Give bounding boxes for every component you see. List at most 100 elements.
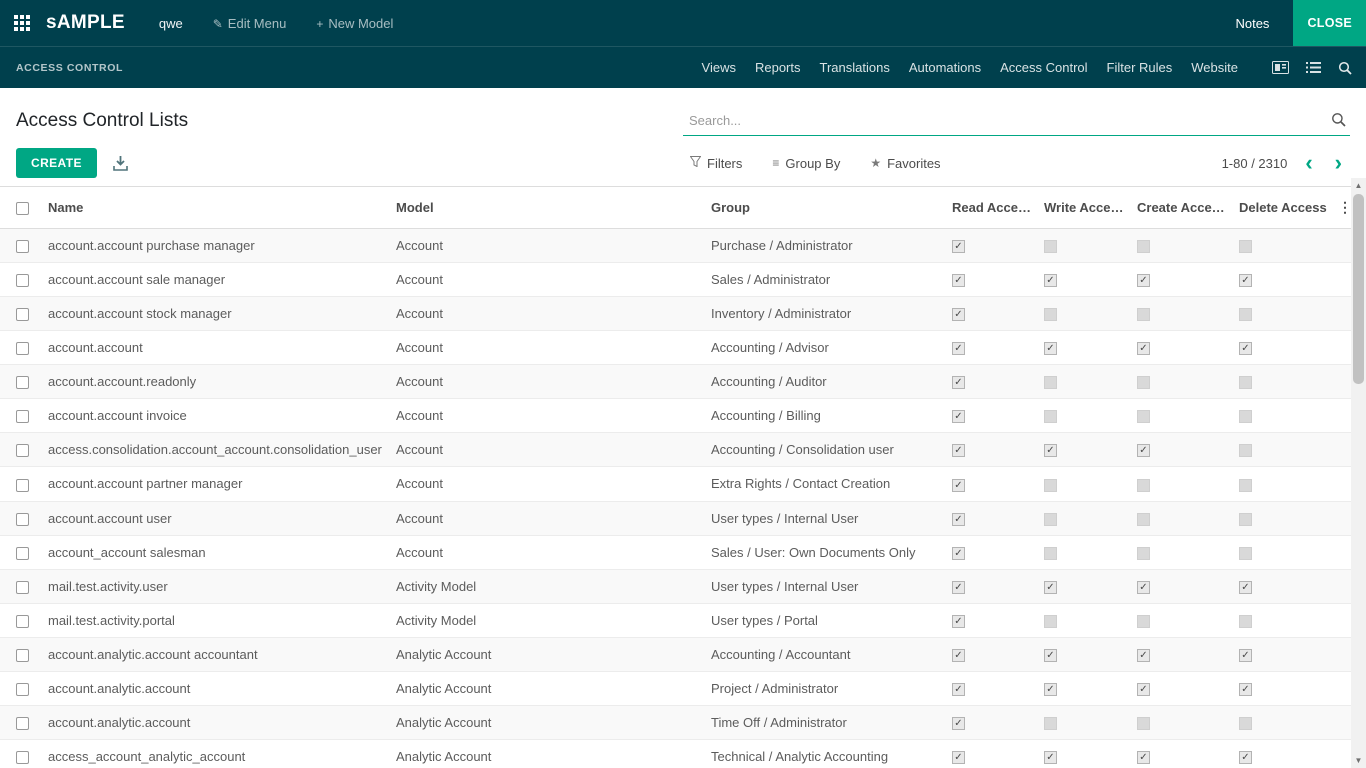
column-options-icon[interactable]: ⋮ — [1334, 187, 1351, 229]
cell-model[interactable]: Account — [392, 263, 707, 297]
row-checkbox[interactable] — [16, 240, 29, 253]
cell-model[interactable]: Activity Model — [392, 569, 707, 603]
search-input[interactable] — [683, 106, 1350, 136]
pager-next-icon[interactable]: › — [1331, 153, 1346, 173]
cell-group[interactable]: Project / Administrator — [707, 671, 948, 705]
cell-name[interactable]: account.analytic.account — [44, 671, 392, 705]
edit-menu-button[interactable]: ✎Edit Menu — [213, 16, 287, 31]
cell-group[interactable]: Accounting / Advisor — [707, 331, 948, 365]
cell-name[interactable]: account.account purchase manager — [44, 229, 392, 263]
nav-filter-rules[interactable]: Filter Rules — [1107, 60, 1173, 75]
table-row[interactable]: account.analytic.account accountantAnaly… — [0, 637, 1351, 671]
table-row[interactable]: account.account invoiceAccountAccounting… — [0, 399, 1351, 433]
row-checkbox[interactable] — [16, 751, 29, 764]
header-write-access[interactable]: Write Acce… — [1040, 187, 1133, 229]
header-model[interactable]: Model — [392, 187, 707, 229]
cell-model[interactable]: Account — [392, 399, 707, 433]
cell-model[interactable]: Account — [392, 433, 707, 467]
scroll-down-icon[interactable]: ▼ — [1351, 753, 1366, 768]
favorites-button[interactable]: ★ Favorites — [870, 156, 940, 171]
cell-group[interactable]: Purchase / Administrator — [707, 229, 948, 263]
search-submit-icon[interactable] — [1331, 112, 1346, 130]
table-row[interactable]: access_account_analytic_accountAnalytic … — [0, 739, 1351, 768]
cell-model[interactable]: Account — [392, 467, 707, 501]
row-checkbox[interactable] — [16, 547, 29, 560]
row-checkbox[interactable] — [16, 274, 29, 287]
cell-group[interactable]: Accounting / Accountant — [707, 637, 948, 671]
cell-group[interactable]: Technical / Analytic Accounting — [707, 739, 948, 768]
header-read-access[interactable]: Read Acce… — [948, 187, 1040, 229]
row-checkbox[interactable] — [16, 479, 29, 492]
cell-name[interactable]: account.account.readonly — [44, 365, 392, 399]
cell-group[interactable]: Accounting / Auditor — [707, 365, 948, 399]
cell-model[interactable]: Account — [392, 331, 707, 365]
cell-group[interactable]: Accounting / Billing — [707, 399, 948, 433]
cell-name[interactable]: account.account invoice — [44, 399, 392, 433]
table-row[interactable]: mail.test.activity.portalActivity ModelU… — [0, 603, 1351, 637]
row-checkbox[interactable] — [16, 513, 29, 526]
export-download-icon[interactable] — [113, 156, 128, 171]
nav-access-control[interactable]: Access Control — [1000, 60, 1087, 75]
menu-item-qwe[interactable]: qwe — [159, 16, 183, 31]
nav-translations[interactable]: Translations — [820, 60, 890, 75]
cell-name[interactable]: account.account stock manager — [44, 297, 392, 331]
table-row[interactable]: account.accountAccountAccounting / Advis… — [0, 331, 1351, 365]
cell-model[interactable]: Activity Model — [392, 603, 707, 637]
search-icon[interactable] — [1338, 61, 1352, 75]
cell-name[interactable]: account_account salesman — [44, 535, 392, 569]
cell-model[interactable]: Analytic Account — [392, 705, 707, 739]
row-checkbox[interactable] — [16, 649, 29, 662]
pager-prev-icon[interactable]: ‹ — [1301, 153, 1316, 173]
table-row[interactable]: access.consolidation.account_account.con… — [0, 433, 1351, 467]
header-name[interactable]: Name — [44, 187, 392, 229]
header-delete-access[interactable]: Delete Access — [1235, 187, 1334, 229]
nav-views[interactable]: Views — [702, 60, 736, 75]
cell-model[interactable]: Analytic Account — [392, 671, 707, 705]
table-row[interactable]: account.account partner managerAccountEx… — [0, 467, 1351, 501]
table-row[interactable]: account.analytic.accountAnalytic Account… — [0, 671, 1351, 705]
cell-name[interactable]: account.account sale manager — [44, 263, 392, 297]
cell-name[interactable]: account.account user — [44, 501, 392, 535]
select-all-checkbox[interactable] — [16, 202, 29, 215]
cell-name[interactable]: mail.test.activity.portal — [44, 603, 392, 637]
table-row[interactable]: account_account salesmanAccountSales / U… — [0, 535, 1351, 569]
create-button[interactable]: CREATE — [16, 148, 97, 178]
close-button[interactable]: CLOSE — [1293, 0, 1366, 46]
table-row[interactable]: account.analytic.accountAnalytic Account… — [0, 705, 1351, 739]
cell-group[interactable]: Sales / User: Own Documents Only — [707, 535, 948, 569]
cell-model[interactable]: Account — [392, 365, 707, 399]
table-row[interactable]: account.account sale managerAccountSales… — [0, 263, 1351, 297]
cell-name[interactable]: account.analytic.account accountant — [44, 637, 392, 671]
cell-name[interactable]: account.analytic.account — [44, 705, 392, 739]
apps-grid-icon[interactable] — [14, 15, 30, 31]
row-checkbox[interactable] — [16, 717, 29, 730]
group-by-button[interactable]: ≡ Group By — [772, 156, 840, 171]
table-row[interactable]: account.account purchase managerAccountP… — [0, 229, 1351, 263]
scrollbar[interactable]: ▲ ▼ — [1351, 178, 1366, 768]
row-checkbox[interactable] — [16, 615, 29, 628]
cell-name[interactable]: access.consolidation.account_account.con… — [44, 433, 392, 467]
cell-model[interactable]: Account — [392, 501, 707, 535]
cell-group[interactable]: User types / Internal User — [707, 501, 948, 535]
cell-name[interactable]: mail.test.activity.user — [44, 569, 392, 603]
row-checkbox[interactable] — [16, 410, 29, 423]
cell-group[interactable]: Time Off / Administrator — [707, 705, 948, 739]
cell-name[interactable]: account.account — [44, 331, 392, 365]
nav-reports[interactable]: Reports — [755, 60, 801, 75]
cell-name[interactable]: access_account_analytic_account — [44, 739, 392, 768]
notes-button[interactable]: Notes — [1235, 16, 1269, 31]
header-group[interactable]: Group — [707, 187, 948, 229]
table-row[interactable]: account.account userAccountUser types / … — [0, 501, 1351, 535]
cell-model[interactable]: Analytic Account — [392, 739, 707, 768]
cell-group[interactable]: User types / Internal User — [707, 569, 948, 603]
row-checkbox[interactable] — [16, 683, 29, 696]
new-model-button[interactable]: +New Model — [316, 16, 393, 31]
cell-name[interactable]: account.account partner manager — [44, 467, 392, 501]
row-checkbox[interactable] — [16, 342, 29, 355]
cell-model[interactable]: Account — [392, 229, 707, 263]
scrollbar-thumb[interactable] — [1353, 194, 1364, 384]
cell-group[interactable]: Sales / Administrator — [707, 263, 948, 297]
table-row[interactable]: account.account.readonlyAccountAccountin… — [0, 365, 1351, 399]
cell-model[interactable]: Analytic Account — [392, 637, 707, 671]
table-row[interactable]: mail.test.activity.userActivity ModelUse… — [0, 569, 1351, 603]
